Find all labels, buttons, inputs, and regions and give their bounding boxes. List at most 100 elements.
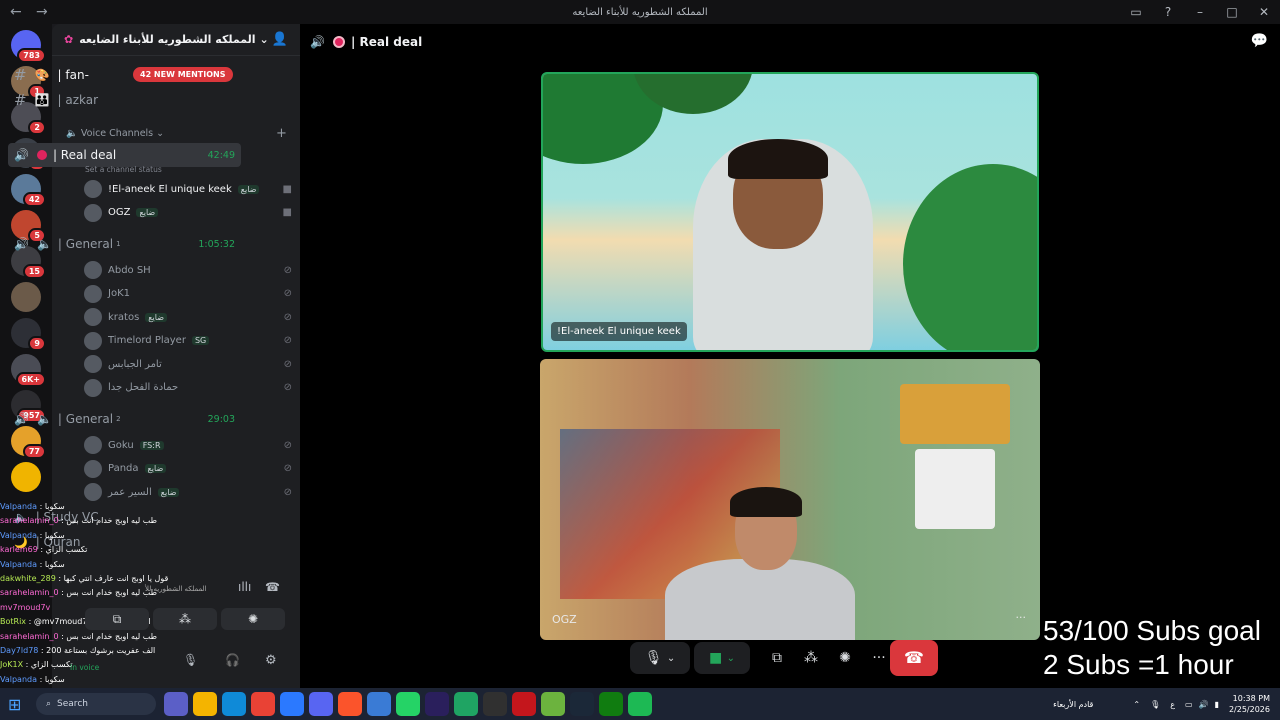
windows-start-icon[interactable]: ⊞ [8,695,36,714]
server-icon[interactable]: 783 [11,30,46,63]
store-icon[interactable] [367,692,391,716]
microphone-icon: 🎙 [644,650,663,666]
channel-title: | Real deal [350,35,423,49]
more-options-icon[interactable]: ··· [1016,611,1027,624]
whatsapp-icon[interactable] [396,692,420,716]
muted-icon: ⊘ [283,288,292,299]
teams-icon[interactable] [164,692,188,716]
minimize-button[interactable]: – [1184,5,1216,19]
voice-user[interactable]: Timelord Player SG ⊘ [84,331,292,351]
voice-channel[interactable]: 🔊 | Real deal 42:49 [8,143,241,167]
sheets-icon[interactable] [454,692,478,716]
pr-icon[interactable] [425,692,449,716]
acrobat-icon[interactable] [512,692,536,716]
voice-user[interactable]: Panda ضايع ⊘ [84,459,292,479]
goal-line-2: 2 Subs =1 hour [1043,649,1234,680]
xbox-icon[interactable] [599,692,623,716]
obs-icon[interactable] [483,692,507,716]
voice-user[interactable]: السير عمر ضايع ⊘ [84,482,292,502]
voice-user[interactable]: Abdo SH ⊘ [84,260,292,280]
chat-user: Valpanda [0,502,38,511]
new-mentions-badge[interactable]: 42 NEW MENTIONS [133,67,233,82]
server-icon[interactable]: 42 [11,174,46,207]
server-icon[interactable] [11,282,41,312]
minecraft-icon[interactable] [541,692,565,716]
server-icon[interactable] [11,462,41,492]
screenshare-icon[interactable]: ⧉ [760,642,794,674]
voice-user[interactable]: JoK1 ⊘ [84,284,292,304]
settings-gear-icon[interactable]: ⚙ [265,653,277,668]
chat-user: Valpanda [0,530,38,540]
voice-user[interactable]: Goku FS:R ⊘ [84,435,292,455]
user-name: OGZ [108,207,131,218]
voice-user[interactable]: OGZ ضايع ■ [84,203,292,223]
chrome-icon[interactable] [251,692,275,716]
maximize-button[interactable]: □ [1216,5,1248,19]
category-label: Voice Channels [80,128,154,139]
chevron-up-icon[interactable]: ⌃ [1133,700,1140,709]
inbox-icon[interactable]: ▭ [1120,5,1152,19]
add-channel-icon[interactable]: + [276,126,287,141]
disconnect-icon[interactable]: ☎ [265,580,280,594]
activity-button[interactable]: ⁂ [153,608,217,630]
discord-icon[interactable] [309,692,333,716]
microphone-icon[interactable]: 🎙 [183,653,198,667]
voice-channel[interactable]: 🔊 🔈 | General 1 1:05:32 [8,232,241,256]
server-icon[interactable]: 9 [11,318,46,351]
voice-channel-sub: 2 [116,415,121,423]
voice-user[interactable]: حمادة الفحل جدا ⊘ [84,378,292,398]
avatar [84,203,102,222]
chat-message: Valpanda : سكوبا [0,529,200,543]
guild-header[interactable]: ✿ المملكه الشطوريه للأبناء الضايعه ⌄ 👤 [52,24,300,56]
edge-icon[interactable] [222,692,246,716]
user-name: Abdo SH [108,264,151,276]
status-dot-icon [36,150,47,160]
spotify-icon[interactable] [628,692,652,716]
voice-user[interactable]: kratos ضايع ⊘ [84,307,292,327]
video-tile-2[interactable]: OGZ ··· [540,359,1040,640]
voice-channel-sub: 1 [116,240,121,248]
chat-user: sarahelamin_0 [0,516,59,526]
role-tag: FS:R [139,440,164,450]
chat-text: : سكوبا [39,530,65,540]
steam-icon[interactable] [570,692,594,716]
voice-user[interactable]: تامر الجبابس ⊘ [84,354,292,374]
headphones-icon[interactable]: 🎧 [225,653,240,667]
chat-text: : تكسب الزاي [25,660,73,670]
clock[interactable]: 10:38 PM 2/25/2026 [1229,693,1270,715]
brave-icon[interactable] [338,692,362,716]
files-icon[interactable] [193,692,217,716]
hang-up-button[interactable]: ☎ [890,640,938,676]
camera-toggle[interactable]: ■ ⌄ [694,642,750,674]
server-icon[interactable]: 6K+ [11,354,46,387]
channel-azkar[interactable]: # 👪 | azkar [8,89,240,111]
microphone-toggle[interactable]: 🎙 ⌄ [630,642,690,674]
activity-icon[interactable]: ⁂ [794,642,828,674]
chat-bubble-icon[interactable]: 💬 [1251,33,1268,49]
help-icon[interactable]: ? [1152,5,1184,19]
camera-icon: ■ [282,183,292,195]
voice-user[interactable]: !El-aneek El unique keek ضايع ■ [84,179,292,199]
voice-icon: 🔊 [310,35,325,49]
video-tile-1[interactable]: !El-aneek El unique keek [541,72,1039,352]
channel-status[interactable]: Set a channel status [85,165,162,174]
taskbar-search[interactable]: ⌕ Search [36,693,156,715]
close-button[interactable]: ✕ [1248,5,1280,19]
ps-icon[interactable] [280,692,304,716]
participant-name: !El-aneek El unique keek [551,322,687,341]
mic-tray-icon: 🎙 [1150,699,1161,709]
soundboard-icon[interactable]: ✺ [828,642,862,674]
voice-panel: المملكه الشطوريه للأ ıllı ☎ ⧉ ⁂ ✺ In voi… [70,580,295,680]
effects-button[interactable]: ✺ [221,608,285,630]
add-user-icon[interactable]: 👤 [272,32,288,47]
chevron-down-icon: ⌄ [726,652,736,664]
user-name: السير عمر [108,486,152,498]
soundboard-icon[interactable]: ıllı [238,580,251,594]
channel-label: | azkar [57,93,99,107]
language-indicator[interactable]: ع [1170,700,1175,709]
window-title: المملكه الشطوريه للأبناء الضايعه [572,6,708,18]
screenshare-button[interactable]: ⧉ [85,608,149,630]
chat-message: sarahelamin_0 : طب ليه اوبج خدام انت بس [0,514,200,528]
voice-channel[interactable]: 🔊 🔈 | General 2 29:03 [8,407,241,431]
voice-category[interactable]: 🔈 Voice Channels ⌄ [66,128,164,139]
